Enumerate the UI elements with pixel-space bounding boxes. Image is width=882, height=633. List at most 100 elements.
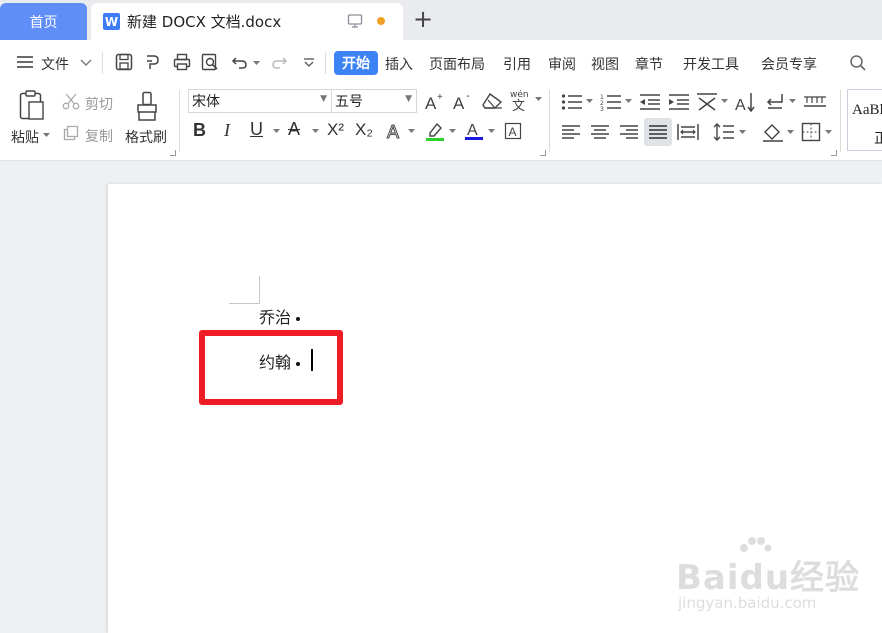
paste-button[interactable]: 粘贴 [11, 127, 39, 147]
bullet-dropdown-icon[interactable] [586, 99, 593, 104]
cut-button[interactable]: 剪切 [85, 94, 113, 114]
sort-icon[interactable]: A [735, 91, 757, 113]
character-border-icon[interactable]: A [504, 122, 522, 140]
decrease-indent-icon[interactable] [639, 93, 661, 111]
font-size-value: 五号 [335, 94, 363, 110]
line-spacing-icon[interactable] [713, 122, 735, 142]
save-icon[interactable] [114, 52, 134, 72]
chevron-down-icon[interactable] [80, 59, 92, 67]
font-name-select[interactable]: 宋体 ▼ [188, 89, 332, 113]
tab-member[interactable]: 会员专享 [761, 54, 817, 74]
underline-icon[interactable]: U [250, 119, 263, 140]
bold-icon[interactable]: B [193, 120, 206, 141]
paragraph-dialog-launcher[interactable] [831, 150, 837, 156]
tab-section[interactable]: 章节 [635, 54, 663, 74]
shading-dropdown-icon[interactable] [787, 130, 794, 135]
copy-button[interactable]: 复制 [85, 126, 113, 146]
paragraph-line[interactable]: 乔治 [259, 304, 301, 328]
distributed-align-icon[interactable] [677, 123, 699, 141]
menu-divider [325, 52, 326, 74]
marks-dropdown-icon[interactable] [789, 99, 796, 104]
watermark: Baidu经验 jingyan.baidu.com [676, 536, 876, 616]
watermark-url: jingyan.baidu.com [678, 594, 817, 612]
font-color-dropdown-icon[interactable] [488, 129, 495, 134]
borders-icon[interactable] [801, 122, 821, 142]
tab-references[interactable]: 引用 [503, 54, 531, 74]
format-painter-icon[interactable] [134, 90, 160, 122]
tab-insert[interactable]: 插入 [385, 54, 413, 74]
style-gallery-normal[interactable]: AaBl 正 [847, 89, 882, 151]
svg-text:3: 3 [600, 106, 604, 111]
font-size-select[interactable]: 五号 ▼ [331, 89, 417, 113]
print-preview-icon[interactable] [200, 52, 220, 72]
show-hide-marks-icon[interactable] [764, 92, 786, 112]
increase-indent-icon[interactable] [668, 93, 690, 111]
align-right-icon[interactable] [619, 124, 639, 140]
tab-view[interactable]: 视图 [591, 54, 619, 74]
monitor-icon[interactable] [347, 13, 363, 29]
numbering-dropdown-icon[interactable] [625, 99, 632, 104]
scissors-icon[interactable] [62, 92, 80, 110]
highlight-annotation-box [199, 330, 343, 405]
redo-icon[interactable] [269, 52, 289, 72]
search-icon[interactable] [849, 54, 867, 72]
hamburger-menu-icon[interactable] [16, 55, 34, 69]
subscript-icon[interactable]: X₂ [355, 120, 373, 140]
paste-dropdown-icon[interactable] [43, 133, 50, 138]
italic-icon[interactable]: I [224, 120, 230, 141]
undo-icon[interactable] [230, 52, 250, 72]
tab-document[interactable]: W 新建 DOCX 文档.docx [91, 3, 403, 40]
text-effects-dropdown-icon[interactable] [408, 129, 415, 134]
line-spacing-dropdown-icon[interactable] [739, 130, 746, 135]
copy-icon[interactable] [62, 124, 80, 142]
underline-dropdown-icon[interactable] [273, 129, 280, 134]
watermark-brand: Baidu经验 [676, 558, 861, 598]
tab-home[interactable]: 首页 [0, 3, 87, 40]
bullet-list-icon[interactable] [561, 93, 583, 111]
tab-page-layout[interactable]: 页面布局 [429, 54, 485, 74]
font-dialog-launcher[interactable] [540, 150, 546, 156]
strikethrough-icon[interactable]: A [288, 119, 300, 140]
tab-developer[interactable]: 开发工具 [683, 54, 739, 74]
tab-review[interactable]: 审阅 [548, 54, 576, 74]
ribbon-divider [840, 90, 841, 152]
highlighter-dropdown-icon[interactable] [449, 129, 456, 134]
phonetic-dropdown-icon[interactable] [535, 97, 542, 102]
shading-fill-icon[interactable] [762, 122, 784, 142]
tab-home-ribbon[interactable]: 开始 [334, 51, 378, 75]
svg-text:-: - [466, 91, 470, 102]
svg-text:A: A [509, 125, 517, 139]
tab-bar: 首页 W 新建 DOCX 文档.docx + [0, 0, 882, 40]
superscript-icon[interactable]: X² [327, 120, 344, 140]
caret-down-icon: ▼ [405, 94, 412, 104]
new-tab-plus-icon[interactable]: + [413, 7, 433, 31]
chinese-layout-dropdown-icon[interactable] [721, 99, 728, 104]
style-preview-subtext: 正 [874, 132, 882, 147]
svg-text:文: 文 [512, 99, 525, 112]
increase-font-size-icon[interactable]: A + [424, 91, 446, 111]
borders-dropdown-icon[interactable] [825, 130, 832, 135]
highlighter-icon[interactable] [425, 121, 445, 141]
clear-formatting-eraser-icon[interactable] [481, 92, 503, 110]
strikethrough-dropdown-icon[interactable] [312, 129, 319, 134]
font-name-value: 宋体 [192, 94, 220, 110]
export-icon[interactable] [143, 52, 163, 72]
phonetic-guide-icon[interactable]: wén文 [509, 88, 533, 112]
file-menu[interactable]: 文件 [41, 54, 69, 74]
clipboard-dialog-launcher[interactable] [170, 150, 176, 156]
customize-toolbar-icon[interactable] [303, 57, 315, 69]
table-ruler-icon[interactable] [803, 94, 827, 108]
print-icon[interactable] [172, 52, 192, 72]
format-painter-button[interactable]: 格式刷 [125, 127, 167, 147]
document-tab-title: 新建 DOCX 文档.docx [127, 13, 282, 31]
numbered-list-icon[interactable]: 123 [600, 93, 622, 111]
chinese-layout-icon[interactable] [696, 92, 718, 112]
home-ribbon: 粘贴 剪切 复制 格式刷 宋体 ▼ 五号 ▼ A + A- wén 文 B I U A … [0, 84, 882, 161]
undo-dropdown-icon[interactable] [253, 61, 260, 66]
font-color-icon[interactable]: A [464, 120, 484, 141]
decrease-font-size-icon[interactable]: A- [452, 91, 474, 111]
text-effects-icon[interactable]: A [386, 121, 406, 142]
align-center-icon[interactable] [590, 124, 610, 140]
paste-icon[interactable] [18, 89, 46, 121]
align-left-icon[interactable] [561, 124, 581, 140]
